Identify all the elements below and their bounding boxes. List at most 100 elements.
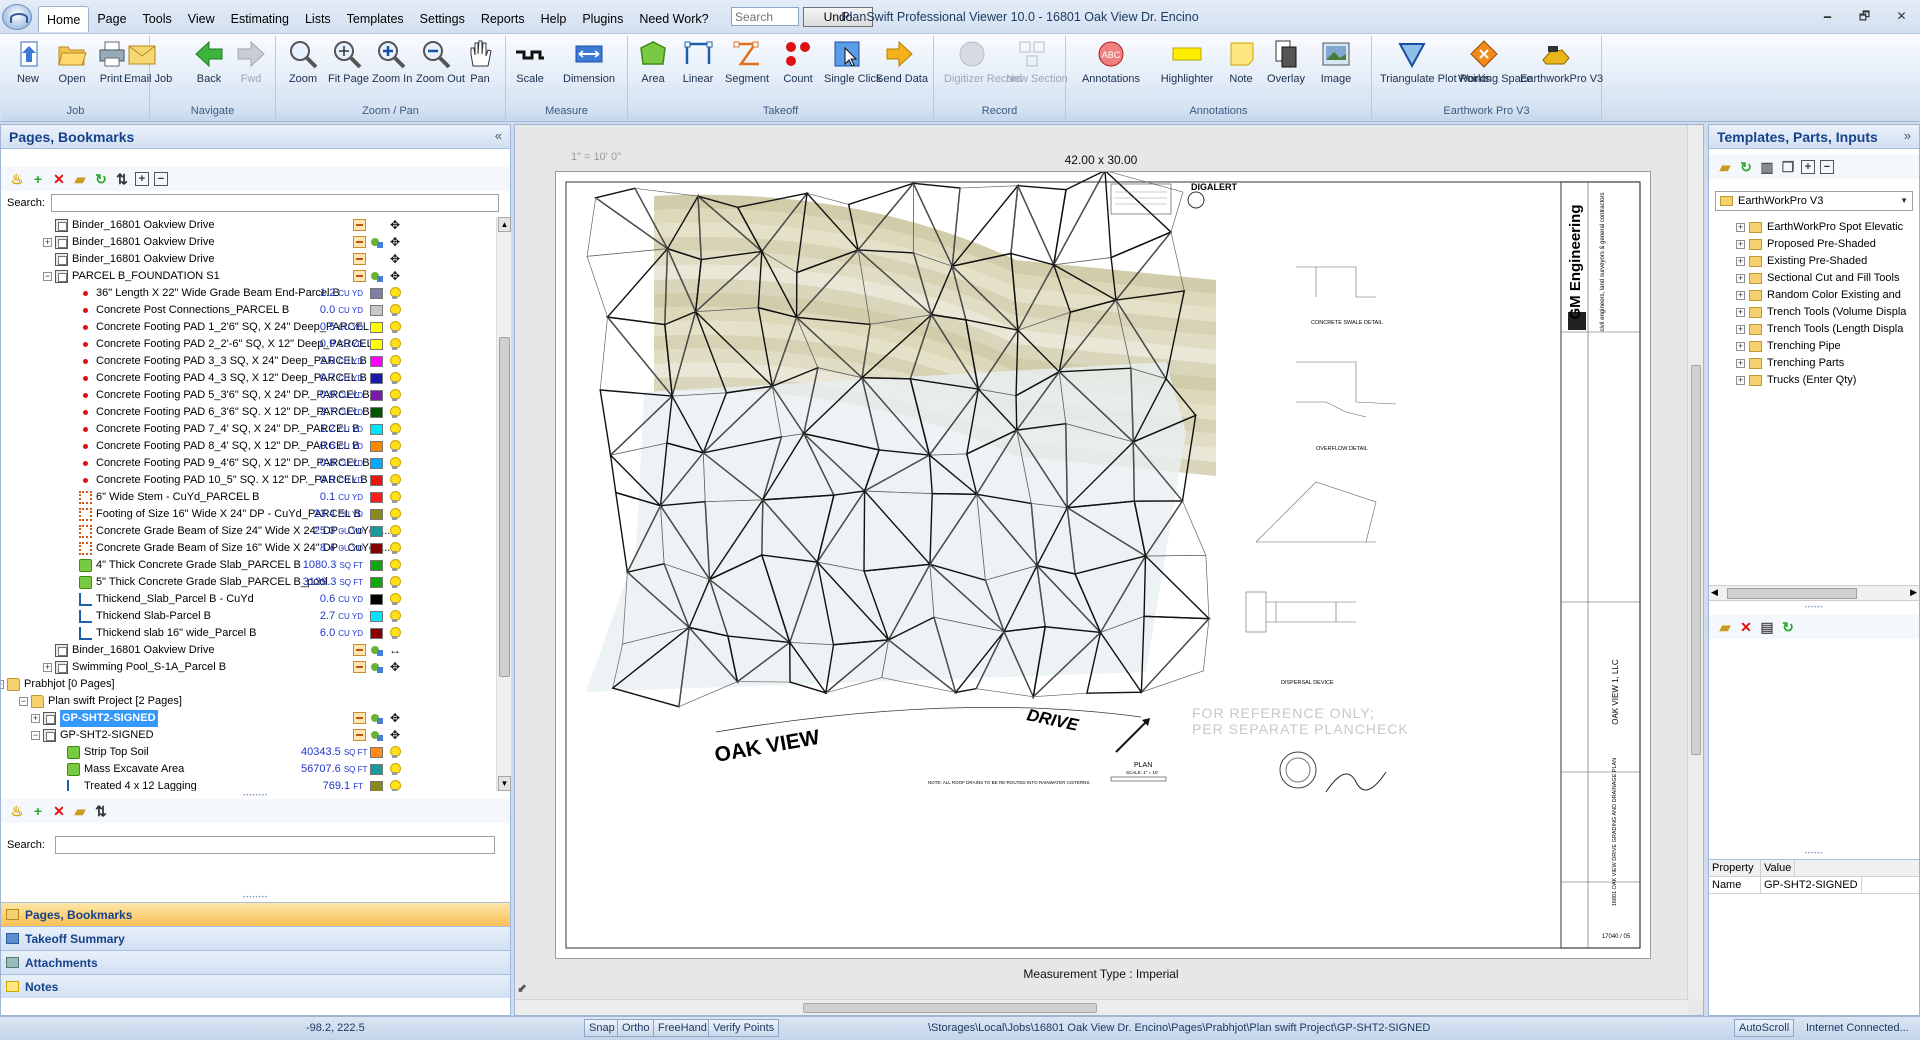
visibility-bulb-icon[interactable] (389, 355, 401, 368)
minimize-button[interactable]: 🗕 (1809, 6, 1846, 26)
collapse-icon[interactable]: − (43, 272, 52, 281)
expand-icon[interactable]: + (1736, 359, 1745, 368)
menu-help[interactable]: Help (533, 6, 575, 32)
page-status-icon[interactable] (353, 644, 366, 656)
page-status-icon[interactable] (353, 253, 366, 265)
scroll-thumb[interactable] (803, 1003, 1097, 1013)
template-folder-row[interactable]: + Trucks (Enter Qty) (1709, 372, 1919, 389)
takeoff-item-row[interactable]: Strip Top Soil 40343.5 SQ FT (1, 744, 494, 761)
expand-icon[interactable]: + (1736, 240, 1745, 249)
tree-scrollbar[interactable]: ▲ ▼ (496, 217, 511, 791)
color-swatch[interactable] (370, 747, 383, 758)
visibility-bulb-icon[interactable] (389, 491, 401, 504)
plan-drawing[interactable]: GM Engineering civil engineers, land sur… (556, 168, 1650, 958)
sort-icon[interactable]: ⇅ (114, 171, 130, 187)
scroll-thumb[interactable] (499, 337, 510, 677)
takeoff-item-row[interactable]: Concrete Grade Beam of Size 24" Wide X 2… (1, 523, 494, 540)
dimension-button[interactable]: Dimension (558, 38, 620, 85)
visibility-bulb-icon[interactable] (389, 576, 401, 589)
takeoff-item-row[interactable]: Thickend_Slab_Parcel B - CuYd 0.6 CU YD (1, 591, 494, 608)
page-status-icon[interactable] (353, 219, 366, 231)
takeoff-item-row[interactable]: Concrete Footing PAD 7_4' SQ, X 24" DP._… (1, 421, 494, 438)
page-row[interactable]: Binder_16801 Oakview Drive ✥ (1, 217, 494, 234)
search-input[interactable] (731, 7, 799, 26)
canvas-horizontal-scrollbar[interactable] (515, 999, 1689, 1015)
refresh-icon[interactable]: ↻ (1780, 619, 1796, 635)
visibility-bulb-icon[interactable] (389, 610, 401, 623)
new-button[interactable]: New (8, 38, 48, 85)
annotations-button[interactable]: ABC Annotations (1076, 38, 1146, 85)
table-icon[interactable]: ▤ (1759, 619, 1775, 635)
collapse-panel-icon[interactable]: » (1904, 128, 1911, 143)
bookmark-icon[interactable]: ♨ (9, 171, 25, 187)
nav-notes[interactable]: Notes (1, 974, 510, 998)
zoom-out-button[interactable]: Zoom Out (416, 38, 465, 85)
folder-icon[interactable]: ▰ (72, 171, 88, 187)
expand-all-icon[interactable]: + (1801, 160, 1815, 174)
undo-button[interactable]: Undo (803, 7, 873, 27)
takeoff-item-row[interactable]: Concrete Grade Beam of Size 16" Wide X 2… (1, 540, 494, 557)
template-folder-row[interactable]: + Random Color Existing and (1709, 287, 1919, 304)
maximize-button[interactable]: 🗗 (1846, 6, 1883, 26)
bookmark-icon[interactable]: ♨ (9, 803, 25, 819)
color-swatch[interactable] (370, 339, 383, 350)
page-row[interactable]: Binder_16801 Oakview Drive ✥ (1, 251, 494, 268)
color-swatch[interactable] (370, 322, 383, 333)
expand-icon[interactable]: + (43, 663, 52, 672)
expand-all-icon[interactable]: + (135, 172, 149, 186)
single-click-button[interactable]: Single Click (824, 38, 881, 85)
freehand-toggle[interactable]: FreeHand (653, 1019, 712, 1037)
expand-icon[interactable]: + (1736, 308, 1745, 317)
page-row[interactable]: − Prabhjot [0 Pages] (1, 676, 494, 693)
visibility-bulb-icon[interactable] (389, 746, 401, 759)
menu-tools[interactable]: Tools (135, 6, 180, 32)
page-status-icon[interactable] (353, 270, 366, 282)
color-swatch[interactable] (370, 475, 383, 486)
page-status-icon[interactable] (353, 661, 366, 673)
color-swatch[interactable] (370, 781, 383, 791)
expand-icon[interactable]: + (1736, 325, 1745, 334)
drawing-canvas[interactable]: 1" = 10' 0" 42.00 x 30.00 GM Engineering… (514, 124, 1704, 1016)
move-icon[interactable]: ✥ (389, 236, 401, 248)
canvas-vertical-scrollbar[interactable] (1687, 125, 1703, 1001)
scale-button[interactable]: Scale (510, 38, 550, 85)
color-swatch[interactable] (370, 764, 383, 775)
move-icon[interactable]: ✥ (389, 661, 401, 673)
expand-icon[interactable]: + (1736, 291, 1745, 300)
move-icon[interactable]: ✥ (389, 219, 401, 231)
takeoff-item-row[interactable]: Treated 4 x 12 Lagging 769.1 FT (1, 778, 494, 791)
property-row[interactable]: Name GP-SHT2-SIGNED (1709, 877, 1919, 894)
takeoff-item-row[interactable]: Concrete Footing PAD 6_3'6" SQ. X 12" DP… (1, 404, 494, 421)
visibility-bulb-icon[interactable] (389, 321, 401, 334)
takeoff-status-icon[interactable] (371, 661, 384, 674)
nav-takeoff-summary[interactable]: Takeoff Summary (1, 926, 510, 950)
page-row[interactable]: + Swimming Pool_S-1A_Parcel B ✥ (1, 659, 494, 676)
menu-view[interactable]: View (180, 6, 223, 32)
color-swatch[interactable] (370, 288, 383, 299)
expand-icon[interactable]: + (1736, 257, 1745, 266)
page-row[interactable]: − Plan swift Project [2 Pages] (1, 693, 494, 710)
add-icon[interactable]: + (30, 171, 46, 187)
color-swatch[interactable] (370, 305, 383, 316)
menu-home[interactable]: Home (38, 6, 90, 32)
takeoff-item-row[interactable]: Concrete Footing PAD 2_2'-6" SQ, X 12" D… (1, 336, 494, 353)
zoom-in-button[interactable]: Zoom In (372, 38, 412, 85)
visibility-bulb-icon[interactable] (389, 542, 401, 555)
folder-icon[interactable]: ▰ (1717, 619, 1733, 635)
page-row[interactable]: + GP-SHT2-SIGNED ✥ (1, 710, 494, 727)
expand-icon[interactable]: + (1736, 223, 1745, 232)
expand-icon[interactable]: + (1736, 274, 1745, 283)
takeoff-item-row[interactable]: Concrete Footing PAD 1_2'6" SQ, X 24" De… (1, 319, 494, 336)
visibility-bulb-icon[interactable] (389, 304, 401, 317)
visibility-bulb-icon[interactable] (389, 763, 401, 776)
visibility-bulb-icon[interactable] (389, 423, 401, 436)
delete-icon[interactable]: ✕ (1738, 619, 1754, 635)
takeoff-item-row[interactable]: Concrete Footing PAD 3_3 SQ, X 24" Deep_… (1, 353, 494, 370)
ortho-toggle[interactable]: Ortho (617, 1019, 655, 1037)
visibility-bulb-icon[interactable] (389, 457, 401, 470)
scroll-down-icon[interactable]: ▼ (498, 776, 511, 791)
menu-templates[interactable]: Templates (339, 6, 412, 32)
visibility-bulb-icon[interactable] (389, 389, 401, 402)
template-folder-row[interactable]: + Proposed Pre-Shaded (1709, 236, 1919, 253)
page-row[interactable]: Binder_16801 Oakview Drive ↔ (1, 642, 494, 659)
